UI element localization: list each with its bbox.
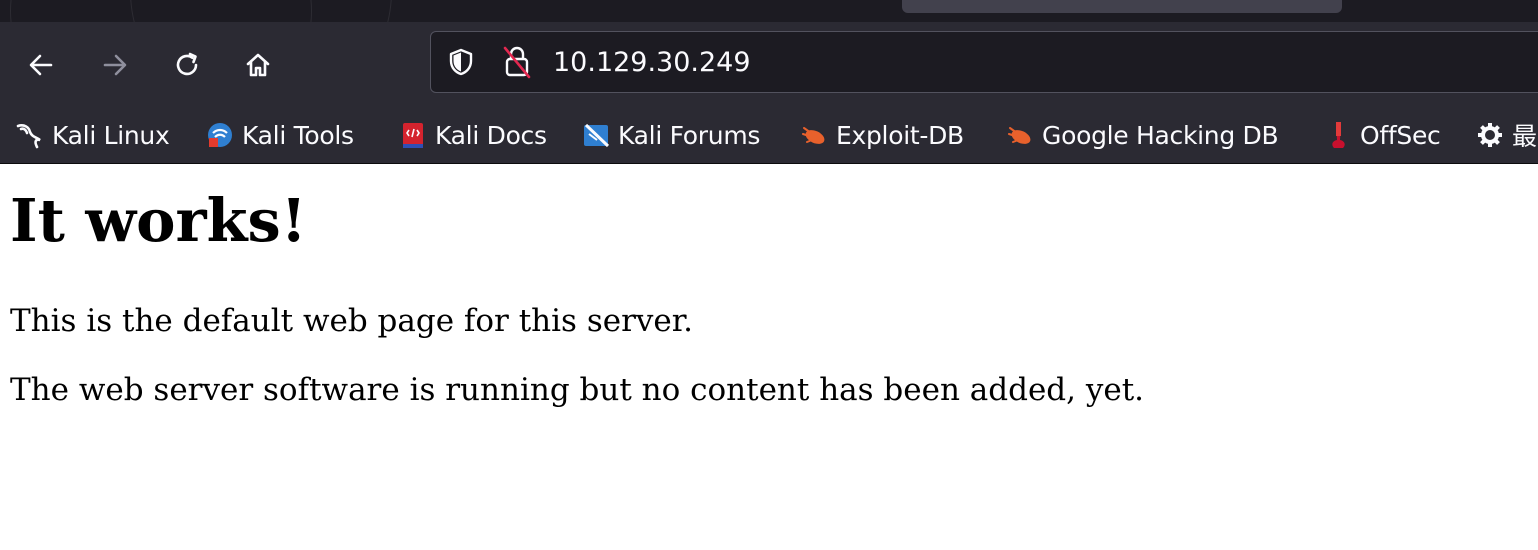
bookmark-kali-tools[interactable]: Kali Tools bbox=[204, 116, 354, 154]
bookmark-exploit-db[interactable]: Exploit-DB bbox=[798, 116, 964, 154]
bookmark-label: 最 bbox=[1512, 122, 1537, 151]
bookmark-kali-docs[interactable]: Kali Docs bbox=[397, 116, 547, 154]
navigation-toolbar bbox=[0, 22, 1538, 106]
reload-icon bbox=[176, 52, 198, 76]
bookmark-kali-linux[interactable]: Kali Linux bbox=[14, 116, 170, 154]
bookmark-label: Kali Linux bbox=[52, 120, 170, 150]
tab-strip bbox=[0, 0, 1538, 22]
bookmark-label: Kali Docs bbox=[435, 120, 547, 150]
home-icon bbox=[246, 53, 270, 77]
bookmark-label: OffSec bbox=[1360, 120, 1441, 150]
bookmark-label: Kali Forums bbox=[618, 120, 761, 150]
url-bar[interactable] bbox=[430, 31, 1538, 93]
forward-button[interactable] bbox=[94, 44, 136, 86]
page-content: It works! This is the default web page f… bbox=[10, 164, 1510, 410]
back-button[interactable] bbox=[20, 44, 62, 86]
tab-edge[interactable] bbox=[902, 0, 1342, 13]
bookmarks-toolbar: Kali Linux Kali Tools Kali Docs Kali For… bbox=[0, 106, 1538, 164]
bookmark-kali-forums[interactable]: Kali Forums bbox=[580, 116, 760, 154]
exploit-db-icon bbox=[798, 119, 830, 151]
insecure-lock-icon[interactable] bbox=[501, 44, 533, 80]
arrow-left-icon bbox=[29, 54, 53, 76]
offsec-icon bbox=[1322, 119, 1354, 151]
tracking-protection-shield-icon[interactable] bbox=[445, 46, 477, 78]
reload-button[interactable] bbox=[166, 44, 208, 86]
kali-tools-icon bbox=[204, 119, 236, 151]
bookmark-label: Exploit-DB bbox=[836, 120, 964, 150]
page-heading: It works! bbox=[10, 186, 307, 255]
bookmark-google-hacking-db[interactable]: Google Hacking DB bbox=[1004, 116, 1279, 154]
bookmark-offsec[interactable]: OffSec bbox=[1322, 116, 1441, 154]
kali-docs-icon bbox=[397, 119, 429, 151]
bookmark-label: Google Hacking DB bbox=[1042, 120, 1279, 150]
paragraph-no-content: The web server software is running but n… bbox=[10, 372, 1145, 408]
kali-forums-icon bbox=[580, 119, 612, 151]
home-button[interactable] bbox=[237, 44, 279, 86]
kali-dragon-icon bbox=[14, 119, 46, 151]
bookmark-most-visited[interactable]: 最 bbox=[1474, 116, 1537, 154]
paragraph-default-page: This is the default web page for this se… bbox=[10, 303, 694, 339]
ghdb-icon bbox=[1004, 119, 1036, 151]
url-input[interactable] bbox=[553, 45, 1453, 81]
background-decoration bbox=[130, 0, 392, 22]
bookmark-label: Kali Tools bbox=[242, 120, 354, 150]
gear-icon bbox=[1474, 119, 1506, 151]
arrow-right-icon bbox=[103, 54, 127, 76]
